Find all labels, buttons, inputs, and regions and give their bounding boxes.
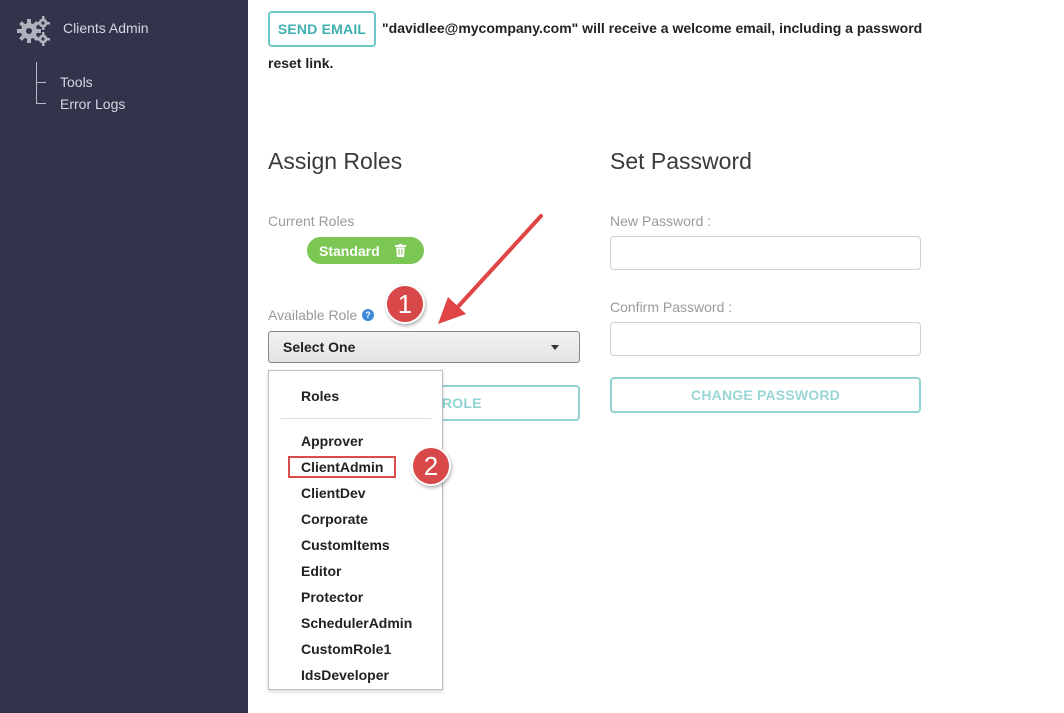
sidebar-item-tools[interactable]: Tools — [60, 74, 93, 90]
dropdown-group-header: Roles — [301, 388, 340, 404]
dropdown-option-corporate[interactable]: Corporate — [301, 511, 368, 527]
new-password-label: New Password : — [610, 213, 712, 229]
step-2-badge: 2 — [411, 446, 451, 486]
dropdown-option-clientdev[interactable]: ClientDev — [301, 485, 366, 501]
available-role-label: Available Role — [268, 307, 358, 323]
change-password-button[interactable]: CHANGE PASSWORD — [610, 377, 921, 413]
sidebar: Clients Admin Tools Error Logs — [0, 0, 248, 713]
tree-connector — [36, 82, 46, 83]
new-password-input[interactable] — [610, 236, 921, 270]
divider — [281, 418, 431, 419]
dropdown-option-customitems[interactable]: CustomItems — [301, 537, 390, 553]
brand[interactable]: Clients Admin — [16, 14, 149, 46]
dropdown-option-idsdeveloper[interactable]: IdsDeveloper — [301, 667, 389, 683]
sidebar-item-error-logs[interactable]: Error Logs — [60, 96, 125, 112]
tree-line — [36, 62, 37, 104]
confirm-password-input[interactable] — [610, 322, 921, 356]
select-value: Select One — [283, 339, 356, 355]
trash-icon[interactable] — [395, 244, 406, 257]
role-dropdown: Roles Approver ClientAdmin ClientDev Cor… — [268, 370, 443, 690]
current-roles-label: Current Roles — [268, 213, 355, 229]
role-badge-standard: Standard — [307, 237, 424, 264]
dropdown-option-editor[interactable]: Editor — [301, 563, 341, 579]
tree-connector — [36, 103, 46, 104]
help-icon[interactable]: ? — [362, 309, 374, 321]
send-email-button[interactable]: SEND EMAIL — [268, 11, 376, 47]
step-1-badge: 1 — [385, 284, 425, 324]
email-message: "davidlee@mycompany.com" will receive a … — [382, 20, 923, 36]
dropdown-option-customrole1[interactable]: CustomRole1 — [301, 641, 391, 657]
email-message-continued: reset link. — [268, 55, 334, 71]
confirm-password-label: Confirm Password : — [610, 299, 733, 315]
dropdown-option-protector[interactable]: Protector — [301, 589, 363, 605]
dropdown-option-scheduleradmin[interactable]: SchedulerAdmin — [301, 615, 412, 631]
caret-down-icon — [551, 345, 559, 350]
role-badge-label: Standard — [319, 242, 380, 259]
available-role-select[interactable]: Select One — [268, 331, 580, 363]
assign-roles-title: Assign Roles — [268, 148, 403, 174]
add-role-button[interactable]: ROLE — [430, 385, 580, 421]
dropdown-option-approver[interactable]: Approver — [301, 433, 363, 449]
brand-label: Clients Admin — [63, 20, 149, 36]
dropdown-option-clientadmin[interactable]: ClientAdmin — [301, 459, 383, 475]
add-role-label: ROLE — [442, 395, 482, 411]
set-password-title: Set Password — [610, 148, 752, 174]
gears-icon — [17, 16, 50, 46]
